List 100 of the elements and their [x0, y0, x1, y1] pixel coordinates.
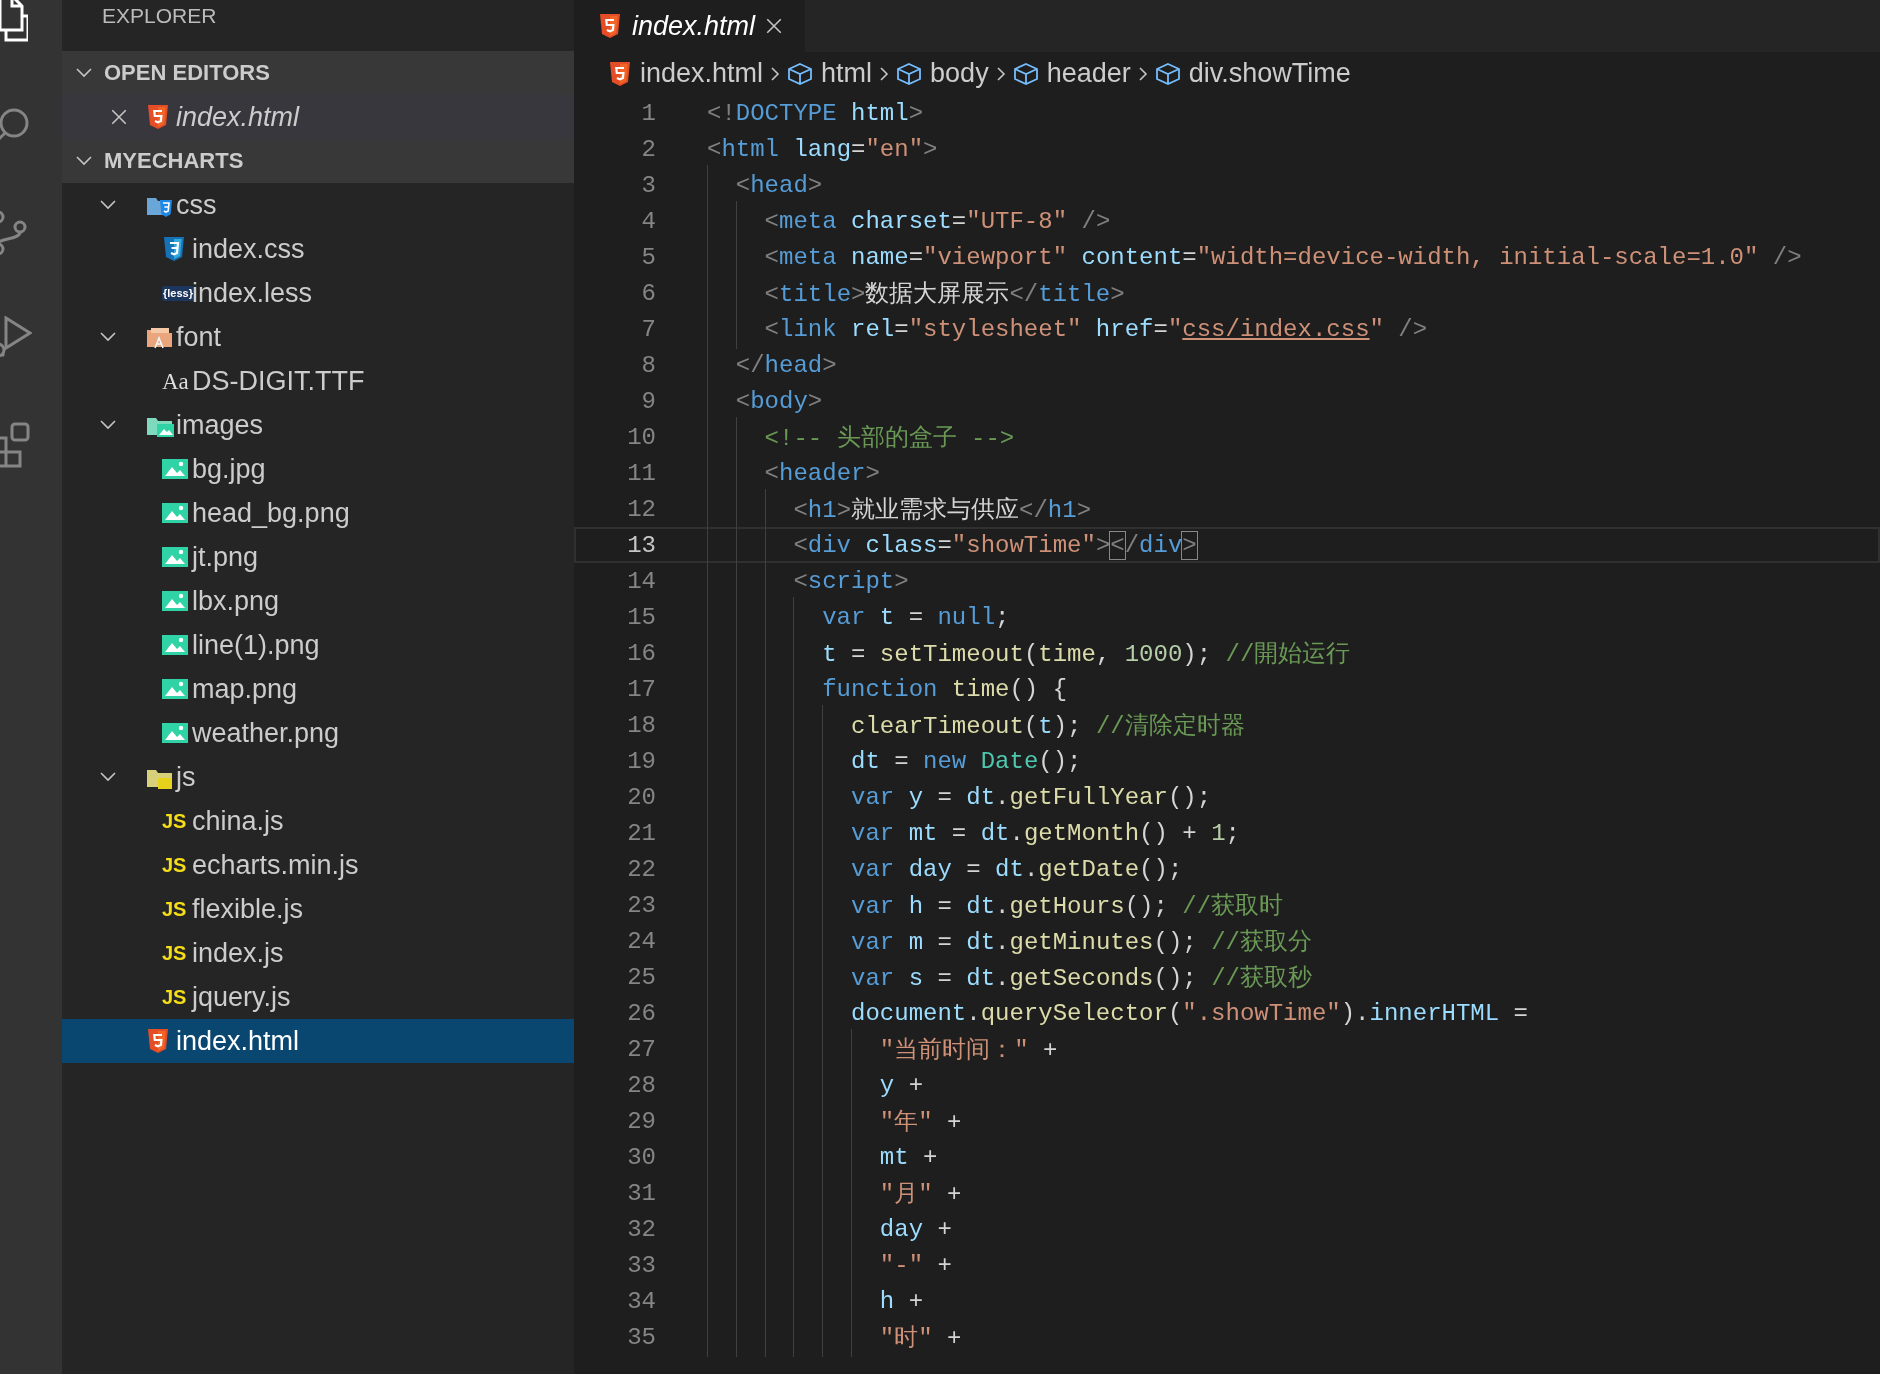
css-file-icon: [162, 236, 186, 262]
code-line: <script>: [793, 567, 909, 595]
file-item[interactable]: map.png: [62, 667, 574, 711]
image-file-icon: [162, 723, 188, 743]
file-name: weather.png: [192, 717, 340, 749]
file-name: index.html: [176, 1025, 300, 1057]
file-item[interactable]: weather.png: [62, 711, 574, 755]
line-number: 23: [626, 891, 656, 919]
html-file-icon: [608, 60, 632, 87]
file-name: flexible.js: [192, 893, 304, 925]
file-name: lbx.png: [192, 585, 280, 617]
line-number: 20: [626, 783, 656, 811]
line-number: 29: [626, 1107, 656, 1135]
code-line: var s = dt.getSeconds(); //获取秒: [851, 964, 1312, 993]
code-line: <div class="showTime"></div>: [793, 531, 1197, 559]
code-line: document.querySelector(".showTime").innerHTML =: [851, 999, 1528, 1027]
code-line: <!DOCTYPE html>: [707, 99, 924, 127]
file-item[interactable]: index.css: [62, 227, 574, 271]
file-item[interactable]: line(1).png: [62, 623, 574, 667]
section-header[interactable]: MYECHARTS: [62, 139, 574, 183]
code-line: <link rel="stylesheet" href="css/index.css" />: [764, 315, 1428, 343]
code-line: var m = dt.getMinutes(); //获取分: [851, 928, 1312, 957]
file-item[interactable]: jt.png: [62, 535, 574, 579]
file-item[interactable]: JS jquery.js: [62, 975, 574, 1019]
folder-item[interactable]: images: [62, 403, 574, 447]
section-title: OPEN EDITORS: [104, 60, 270, 86]
code-line: var mt = dt.getMonth() + 1;: [851, 819, 1240, 847]
code-line: day +: [879, 1215, 952, 1243]
code-line: var day = dt.getDate();: [851, 855, 1183, 883]
line-number: 1: [640, 99, 656, 127]
code-line: <meta charset="UTF-8" />: [764, 207, 1111, 235]
breadcrumb-item[interactable]: body: [930, 58, 989, 89]
line-number: 17: [626, 675, 656, 703]
line-number: 26: [626, 999, 656, 1027]
editor-tab[interactable]: index.html: [574, 0, 806, 52]
breadcrumb-item[interactable]: index.html: [640, 58, 764, 89]
file-item[interactable]: JS echarts.min.js: [62, 843, 574, 887]
line-number: 7: [640, 315, 656, 343]
less-file-icon: {less}: [162, 285, 194, 301]
close-icon[interactable]: [765, 17, 784, 35]
code-line: <body>: [735, 387, 823, 415]
cube-icon: [896, 61, 923, 86]
file-item[interactable]: head_bg.png: [62, 491, 574, 535]
code-line: function time() {: [822, 675, 1068, 703]
code-line: var h = dt.getHours(); //获取时: [851, 892, 1284, 921]
file-name: bg.jpg: [192, 453, 266, 485]
folder-item[interactable]: js: [62, 755, 574, 799]
folder-item[interactable]: css: [62, 183, 574, 227]
file-name: index.css: [192, 233, 305, 265]
open-editor-item[interactable]: index.html: [62, 95, 574, 139]
file-item[interactable]: JS flexible.js: [62, 887, 574, 931]
line-number: 11: [626, 459, 656, 487]
folder-item[interactable]: font: [62, 315, 574, 359]
line-number: 13: [626, 531, 656, 559]
line-number: 28: [626, 1071, 656, 1099]
file-item[interactable]: Aa DS-DIGIT.TTF: [62, 359, 574, 403]
image-file-icon: [162, 547, 188, 567]
breadcrumb-item[interactable]: div.showTime: [1188, 58, 1351, 89]
line-number: 27: [626, 1035, 656, 1063]
line-number: 12: [626, 495, 656, 523]
breadcrumb-item[interactable]: html: [821, 58, 873, 89]
line-number: 24: [626, 927, 656, 955]
close-icon[interactable]: [110, 108, 128, 126]
section-header[interactable]: OPEN EDITORS: [62, 51, 574, 95]
file-item[interactable]: bg.jpg: [62, 447, 574, 491]
file-name: index.less: [192, 277, 313, 309]
breadcrumb-item[interactable]: header: [1046, 58, 1131, 89]
line-number: 25: [626, 963, 656, 991]
js-file-icon: JS: [162, 811, 187, 831]
line-number: 19: [626, 747, 656, 775]
file-name: jt.png: [192, 541, 259, 573]
code-line: var y = dt.getFullYear();: [851, 783, 1212, 811]
code-line: "-" +: [879, 1251, 952, 1279]
code-line: <title>数据大屏展示</title>: [764, 280, 1125, 309]
code-line: <head>: [735, 171, 823, 199]
line-number: 18: [626, 711, 656, 739]
file-item[interactable]: lbx.png: [62, 579, 574, 623]
font-file-icon: Aa: [162, 369, 189, 393]
file-name: jquery.js: [192, 981, 291, 1013]
extensions-icon[interactable]: [0, 422, 32, 468]
code-line: <h1>就业需求与供应</h1>: [793, 496, 1092, 525]
line-number: 5: [640, 243, 656, 271]
line-number: 22: [626, 855, 656, 883]
image-file-icon: [162, 635, 188, 655]
cube-icon: [787, 61, 814, 86]
file-name: line(1).png: [192, 629, 320, 661]
line-number: 10: [626, 423, 656, 451]
code-line: <header>: [764, 459, 880, 487]
code-line: <!-- 头部的盒子 -->: [764, 424, 1015, 453]
code-line: clearTimeout(t); //清除定时器: [851, 712, 1245, 741]
js-file-icon: JS: [162, 987, 187, 1007]
file-item[interactable]: index.html: [62, 1019, 574, 1063]
line-number: 21: [626, 819, 656, 847]
line-number: 32: [626, 1215, 656, 1243]
image-file-icon: [162, 459, 188, 479]
code-line: </head>: [735, 351, 837, 379]
file-item[interactable]: JS china.js: [62, 799, 574, 843]
file-item[interactable]: JS index.js: [62, 931, 574, 975]
line-number: 35: [626, 1323, 656, 1351]
code-line: "当前时间：" +: [879, 1036, 1058, 1065]
